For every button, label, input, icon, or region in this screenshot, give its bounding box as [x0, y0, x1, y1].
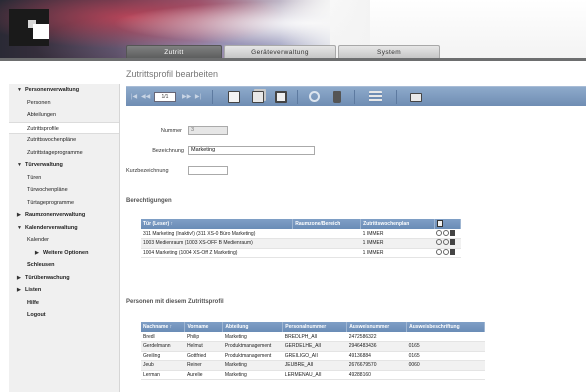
chevron-right-icon: ▶: [17, 212, 21, 218]
chevron-right-icon: ▶: [35, 249, 39, 256]
remove-row-icon[interactable]: [443, 229, 450, 236]
sidebar-group-tuerueberwachung[interactable]: ▶ Türüberwachung: [9, 272, 119, 285]
previous-record-icon[interactable]: ◀◀: [141, 91, 150, 103]
column-header-ausweisnummer[interactable]: Ausweisnummer: [346, 322, 408, 332]
berechtigungen-table: Tür (Leser) ↑ Raumzone/Bereich Zutrittsw…: [141, 219, 462, 258]
sidebar-item-weitere-optionen[interactable]: ▶ Weitere Optionen: [9, 247, 119, 260]
table-row[interactable]: 1004 Marketing (1004 XS-Off Z Marketing)…: [141, 248, 461, 258]
chevron-down-icon: ▼: [17, 87, 22, 93]
sidebar-item-logout[interactable]: Logout: [9, 309, 119, 322]
table-row[interactable]: 1003 Medienraum (1003 XS-OFF B Medienrau…: [141, 238, 461, 249]
page-title: Zutrittsprofil bearbeiten: [126, 69, 219, 79]
page-indicator[interactable]: 1/1: [154, 92, 176, 102]
header-divider: [0, 58, 586, 61]
column-header-raumzone[interactable]: Raumzone/Bereich: [292, 219, 362, 229]
table-row[interactable]: Gerdelmann Helmut Produktmanagement GERD…: [141, 341, 485, 352]
save-icon[interactable]: [275, 91, 287, 103]
sidebar-item-tuerwochenplaene[interactable]: Türwochenpläne: [9, 184, 119, 197]
personen-table: Nachname ↑ Vorname Abteilung Personalnum…: [141, 322, 485, 380]
column-header-vorname[interactable]: Vorname: [184, 322, 224, 332]
next-record-icon[interactable]: ▶▶: [182, 91, 191, 103]
column-header-ausweisbeschriftung[interactable]: Ausweisbeschriftung: [406, 322, 485, 332]
personen-title: Personen mit diesem Zutrittsprofil: [126, 299, 224, 305]
kurzbezeichnung-field[interactable]: [188, 166, 228, 175]
app-header: Zutritt Geräteverwaltung System: [0, 0, 586, 58]
sidebar-item-schleusen[interactable]: Schleusen: [9, 259, 119, 272]
sidebar-item-zutrittstageprogramme[interactable]: Zutrittstageprogramme: [9, 147, 119, 160]
sidebar-item-tuertageprogramme[interactable]: Türtageprogramme: [9, 197, 119, 210]
sidebar-group-kalenderverwaltung[interactable]: ▼ Kalenderverwaltung: [9, 222, 119, 235]
remove-row-icon[interactable]: [443, 248, 450, 255]
column-header-abteilung[interactable]: Abteilung: [222, 322, 284, 332]
bezeichnung-label: Bezeichnung: [152, 148, 184, 154]
table-row[interactable]: Greiling Gottfried Produktmanagement GRE…: [141, 351, 485, 361]
column-header-wochenplan[interactable]: Zutrittswochenplan: [360, 219, 435, 229]
column-header-personalnummer[interactable]: Personalnummer: [282, 322, 348, 332]
chevron-right-icon: ▶: [17, 287, 21, 293]
main-tabs: Zutritt Geräteverwaltung System: [126, 45, 442, 58]
new-document-icon[interactable]: [228, 91, 240, 103]
tab-system[interactable]: System: [338, 45, 440, 58]
table-row[interactable]: Jeub Reiner Marketing JEUBRE_AII 2676679…: [141, 360, 485, 371]
list-icon[interactable]: [369, 91, 382, 103]
sidebar-item-hilfe[interactable]: Hilfe: [9, 297, 119, 310]
refresh-icon[interactable]: [309, 91, 320, 102]
tab-geraeteverwaltung[interactable]: Geräteverwaltung: [224, 45, 336, 58]
trash-icon[interactable]: [450, 248, 456, 255]
kurzbezeichnung-label: Kurzbezeichnung: [126, 168, 169, 174]
bezeichnung-field[interactable]: Marketing: [188, 146, 315, 155]
sidebar-item-tueren[interactable]: Türen: [9, 172, 119, 185]
tab-zutritt[interactable]: Zutritt: [126, 45, 222, 58]
chevron-down-icon: ▼: [17, 224, 22, 231]
sidebar-group-personenverwaltung[interactable]: ▼ Personenverwaltung: [9, 84, 119, 97]
add-row-icon[interactable]: [436, 248, 443, 255]
document-icon: [436, 219, 443, 227]
column-header-nachname[interactable]: Nachname ↑: [141, 322, 186, 332]
sidebar-item-kalender[interactable]: Kalender: [9, 234, 119, 247]
print-icon[interactable]: [410, 93, 422, 102]
table-row[interactable]: Bredl Philip Marketing BREDLPH_AII 24725…: [141, 332, 485, 342]
sidebar-group-listen[interactable]: ▶ Listen: [9, 284, 119, 297]
remove-row-icon[interactable]: [443, 239, 450, 246]
column-header-tuer[interactable]: Tür (Leser) ↑: [141, 219, 294, 229]
sidebar-item-abteilungen[interactable]: Abteilungen: [9, 109, 119, 122]
add-row-icon[interactable]: [436, 229, 443, 236]
berechtigungen-title: Berechtigungen: [126, 198, 172, 204]
sidebar-item-zutrittsprofile[interactable]: Zutrittsprofile: [9, 121, 119, 134]
chevron-right-icon: ▶: [17, 274, 21, 281]
column-header-actions: [434, 219, 462, 229]
sidebar-group-raumzonenverwaltung[interactable]: ▶ Raumzonenverwaltung: [9, 209, 119, 222]
sidebar-item-personen[interactable]: Personen: [9, 97, 119, 110]
record-toolbar: |◀ ◀◀ 1/1 ▶▶ ▶|: [126, 86, 586, 106]
table-row[interactable]: 311 Marketing (Inaktiv!) (311 XS-0 Büro …: [141, 229, 461, 239]
delete-icon[interactable]: [333, 91, 341, 103]
nummer-field: 3: [188, 126, 228, 135]
trash-icon[interactable]: [450, 229, 456, 236]
sidebar-item-zutrittswochenplaene[interactable]: Zutrittswochenpläne: [9, 134, 119, 147]
chevron-down-icon: ▼: [17, 162, 22, 168]
last-record-icon[interactable]: ▶|: [194, 91, 202, 103]
copy-icon[interactable]: [252, 91, 264, 103]
first-record-icon[interactable]: |◀: [130, 91, 138, 103]
sidebar-nav: ▼ Personenverwaltung Personen Abteilungen…: [9, 84, 120, 392]
table-row[interactable]: Lerman Aurelie Marketing LERMENAU_AII 49…: [141, 370, 485, 380]
nummer-label: Nummer: [160, 128, 182, 134]
add-row-icon[interactable]: [436, 239, 443, 246]
trash-icon[interactable]: [450, 239, 456, 246]
sidebar-group-tuerverwaltung[interactable]: ▼ Türverwaltung: [9, 159, 119, 172]
